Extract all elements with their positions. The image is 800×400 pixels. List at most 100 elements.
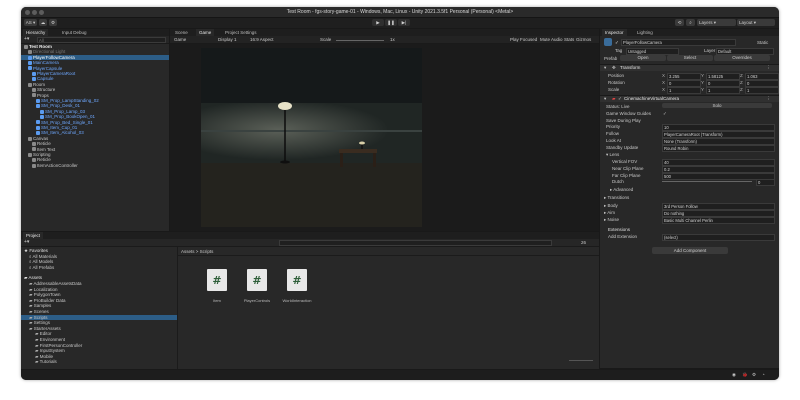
- favorite-item[interactable]: ⌕ All Materials: [29, 254, 57, 259]
- vcam-prop-checkbox[interactable]: ✓: [663, 111, 667, 116]
- layer-dropdown[interactable]: Default: [716, 48, 774, 55]
- prefab-select-button[interactable]: Select: [667, 55, 713, 61]
- gizmos-dropdown[interactable]: Gizmos: [576, 37, 591, 42]
- static-toggle[interactable]: Static: [757, 40, 768, 45]
- rotation-y-input[interactable]: 0: [706, 80, 740, 87]
- file-label[interactable]: WorldInteraction: [277, 298, 317, 303]
- kebab-menu-icon[interactable]: ⋮: [766, 65, 771, 70]
- hierarchy-item[interactable]: Props: [21, 93, 169, 98]
- favorite-item[interactable]: ⌕ All Prefabs: [29, 265, 54, 270]
- position-x-input[interactable]: 3.255: [667, 73, 701, 80]
- hierarchy-item[interactable]: SM_Item_Alcohol_03: [21, 130, 169, 135]
- project-search-input[interactable]: [279, 240, 552, 246]
- lens-foldout[interactable]: ▾ Lens: [606, 152, 619, 157]
- hierarchy-item[interactable]: Scripting: [21, 152, 169, 157]
- layers-dropdown[interactable]: Layers ▾: [697, 19, 736, 26]
- tab-input-debug[interactable]: Input Debug: [59, 29, 90, 36]
- folder-item[interactable]: ▰ Environment: [21, 337, 177, 342]
- history-icon[interactable]: ⟲: [675, 19, 684, 26]
- transform-header[interactable]: ▾ ✥ Transform ⋮: [600, 64, 779, 71]
- folder-item[interactable]: ▰ StarterAssets: [21, 326, 177, 331]
- folder-item[interactable]: ▰ AddressableAssetsData: [21, 281, 177, 286]
- scale-z-input[interactable]: 1: [745, 87, 779, 94]
- account-dropdown[interactable]: AS ▾: [24, 19, 37, 26]
- hierarchy-item[interactable]: ItemActionController: [21, 163, 169, 168]
- rotation-z-input[interactable]: 0: [745, 80, 779, 87]
- csharp-script-icon[interactable]: #: [287, 269, 307, 291]
- hierarchy-item[interactable]: Capsule: [21, 76, 169, 81]
- hierarchy-item[interactable]: Test Room: [21, 44, 169, 49]
- folder-item[interactable]: ▰ InputSystem: [21, 348, 177, 353]
- hierarchy-item[interactable]: SM_Prop_BookOpen_01: [21, 114, 169, 119]
- auto-generate-lighting-icon[interactable]: ◉: [732, 372, 736, 377]
- hierarchy-item[interactable]: PlayerFollowCamera: [21, 54, 169, 60]
- tab-lighting[interactable]: Lighting: [634, 29, 656, 36]
- file-label[interactable]: Item: [197, 298, 237, 303]
- hierarchy-item[interactable]: SM_Prop_Desk_01: [21, 103, 169, 108]
- create-icon[interactable]: +▾: [24, 239, 29, 246]
- mute-audio-toggle[interactable]: Mute Audio: [540, 37, 563, 42]
- folder-item[interactable]: ▰ Scripts: [21, 314, 177, 320]
- hierarchy-item[interactable]: Canvas: [21, 136, 169, 141]
- favorite-item[interactable]: ⌕ All Models: [29, 259, 53, 264]
- scale-slider[interactable]: [336, 40, 384, 41]
- hierarchy-item[interactable]: PlayerCapsule: [21, 66, 169, 71]
- hierarchy-item[interactable]: Structure: [21, 87, 169, 92]
- pause-button[interactable]: ❚❚: [385, 19, 397, 26]
- file-label[interactable]: PlayerControls: [237, 298, 277, 303]
- hierarchy-item[interactable]: SM_Prop_Lamp_03: [21, 109, 169, 114]
- breadcrumb[interactable]: Assets > Scripts: [181, 249, 213, 254]
- settings-icon[interactable]: ⚙: [752, 372, 756, 377]
- hierarchy-search-input[interactable]: All: [37, 37, 166, 43]
- hierarchy-item[interactable]: SM_Prop_LampStanding_02: [21, 98, 169, 103]
- folder-item[interactable]: ▰ Tutorials: [21, 359, 177, 364]
- vcam-prop-value[interactable]: Round Robin: [662, 144, 775, 152]
- hierarchy-item[interactable]: Room: [21, 82, 169, 87]
- active-checkbox[interactable]: ✓: [615, 40, 619, 45]
- scale-y-input[interactable]: 1: [706, 87, 740, 94]
- folder-item[interactable]: ▰ ProBuilder Data: [21, 298, 177, 303]
- hierarchy-item[interactable]: SM_Prop_Bed_Single_01: [21, 120, 169, 125]
- folder-item[interactable]: ▰ Editor: [21, 331, 177, 336]
- prefab-overrides-dropdown[interactable]: Overrides: [714, 55, 770, 61]
- tab-hierarchy[interactable]: Hierarchy: [23, 29, 49, 36]
- stats-toggle[interactable]: Stats: [564, 37, 574, 42]
- lens-prop-value[interactable]: 0: [756, 179, 775, 187]
- tab-inspector[interactable]: Inspector: [602, 29, 627, 36]
- collab-icon[interactable]: ⚙: [49, 19, 57, 26]
- hierarchy-item[interactable]: PlayerCameraRoot: [21, 71, 169, 76]
- display-dropdown[interactable]: Display 1: [218, 37, 237, 42]
- vcam-header[interactable]: ▾ ▰ ✓ CinemachineVirtualCamera ⋮: [600, 95, 779, 102]
- play-focused-dropdown[interactable]: Play Focused: [510, 37, 537, 42]
- rotation-x-input[interactable]: 0: [667, 80, 701, 87]
- csharp-script-icon[interactable]: #: [247, 269, 267, 291]
- add-component-button[interactable]: Add Component: [652, 247, 728, 254]
- dutch-slider[interactable]: [662, 181, 752, 183]
- hierarchy-item[interactable]: SM_Item_Cup_01: [21, 125, 169, 130]
- aspect-dropdown[interactable]: 16:9 Aspect: [250, 37, 274, 42]
- transitions-foldout[interactable]: ▸ Transitions: [604, 195, 629, 200]
- hierarchy-item[interactable]: MainCamera: [21, 60, 169, 65]
- hierarchy-item[interactable]: Reticle: [21, 141, 169, 146]
- tab-scene[interactable]: Scene: [172, 29, 191, 36]
- body-dropdown[interactable]: 3rd Person Follow: [662, 203, 775, 210]
- folder-item[interactable]: ▰ FirstPersonController: [21, 343, 177, 348]
- position-y-input[interactable]: 1.58125: [706, 73, 740, 80]
- kebab-menu-icon[interactable]: ⋮: [766, 96, 771, 101]
- add-icon[interactable]: +▾: [24, 36, 29, 43]
- hierarchy-item[interactable]: Directional Light: [21, 49, 169, 54]
- tab-game[interactable]: Game: [196, 29, 215, 36]
- debug-icon[interactable]: 🐞: [742, 372, 748, 377]
- prefab-open-button[interactable]: Open: [620, 55, 666, 61]
- position-z-input[interactable]: 1.063: [745, 73, 779, 80]
- cloud-icon[interactable]: ☁: [39, 19, 47, 26]
- game-view-render[interactable]: [201, 48, 422, 227]
- play-button[interactable]: ▶: [372, 19, 384, 26]
- folder-item[interactable]: ▰ Scenes: [21, 309, 177, 314]
- solo-button[interactable]: Solo: [662, 103, 772, 108]
- csharp-script-icon[interactable]: #: [207, 269, 227, 291]
- search-icon[interactable]: ⌕: [686, 19, 695, 26]
- icon-size-slider[interactable]: [569, 360, 593, 361]
- tag-dropdown[interactable]: Untagged: [626, 48, 679, 55]
- tab-project-settings[interactable]: Project Settings: [222, 29, 260, 36]
